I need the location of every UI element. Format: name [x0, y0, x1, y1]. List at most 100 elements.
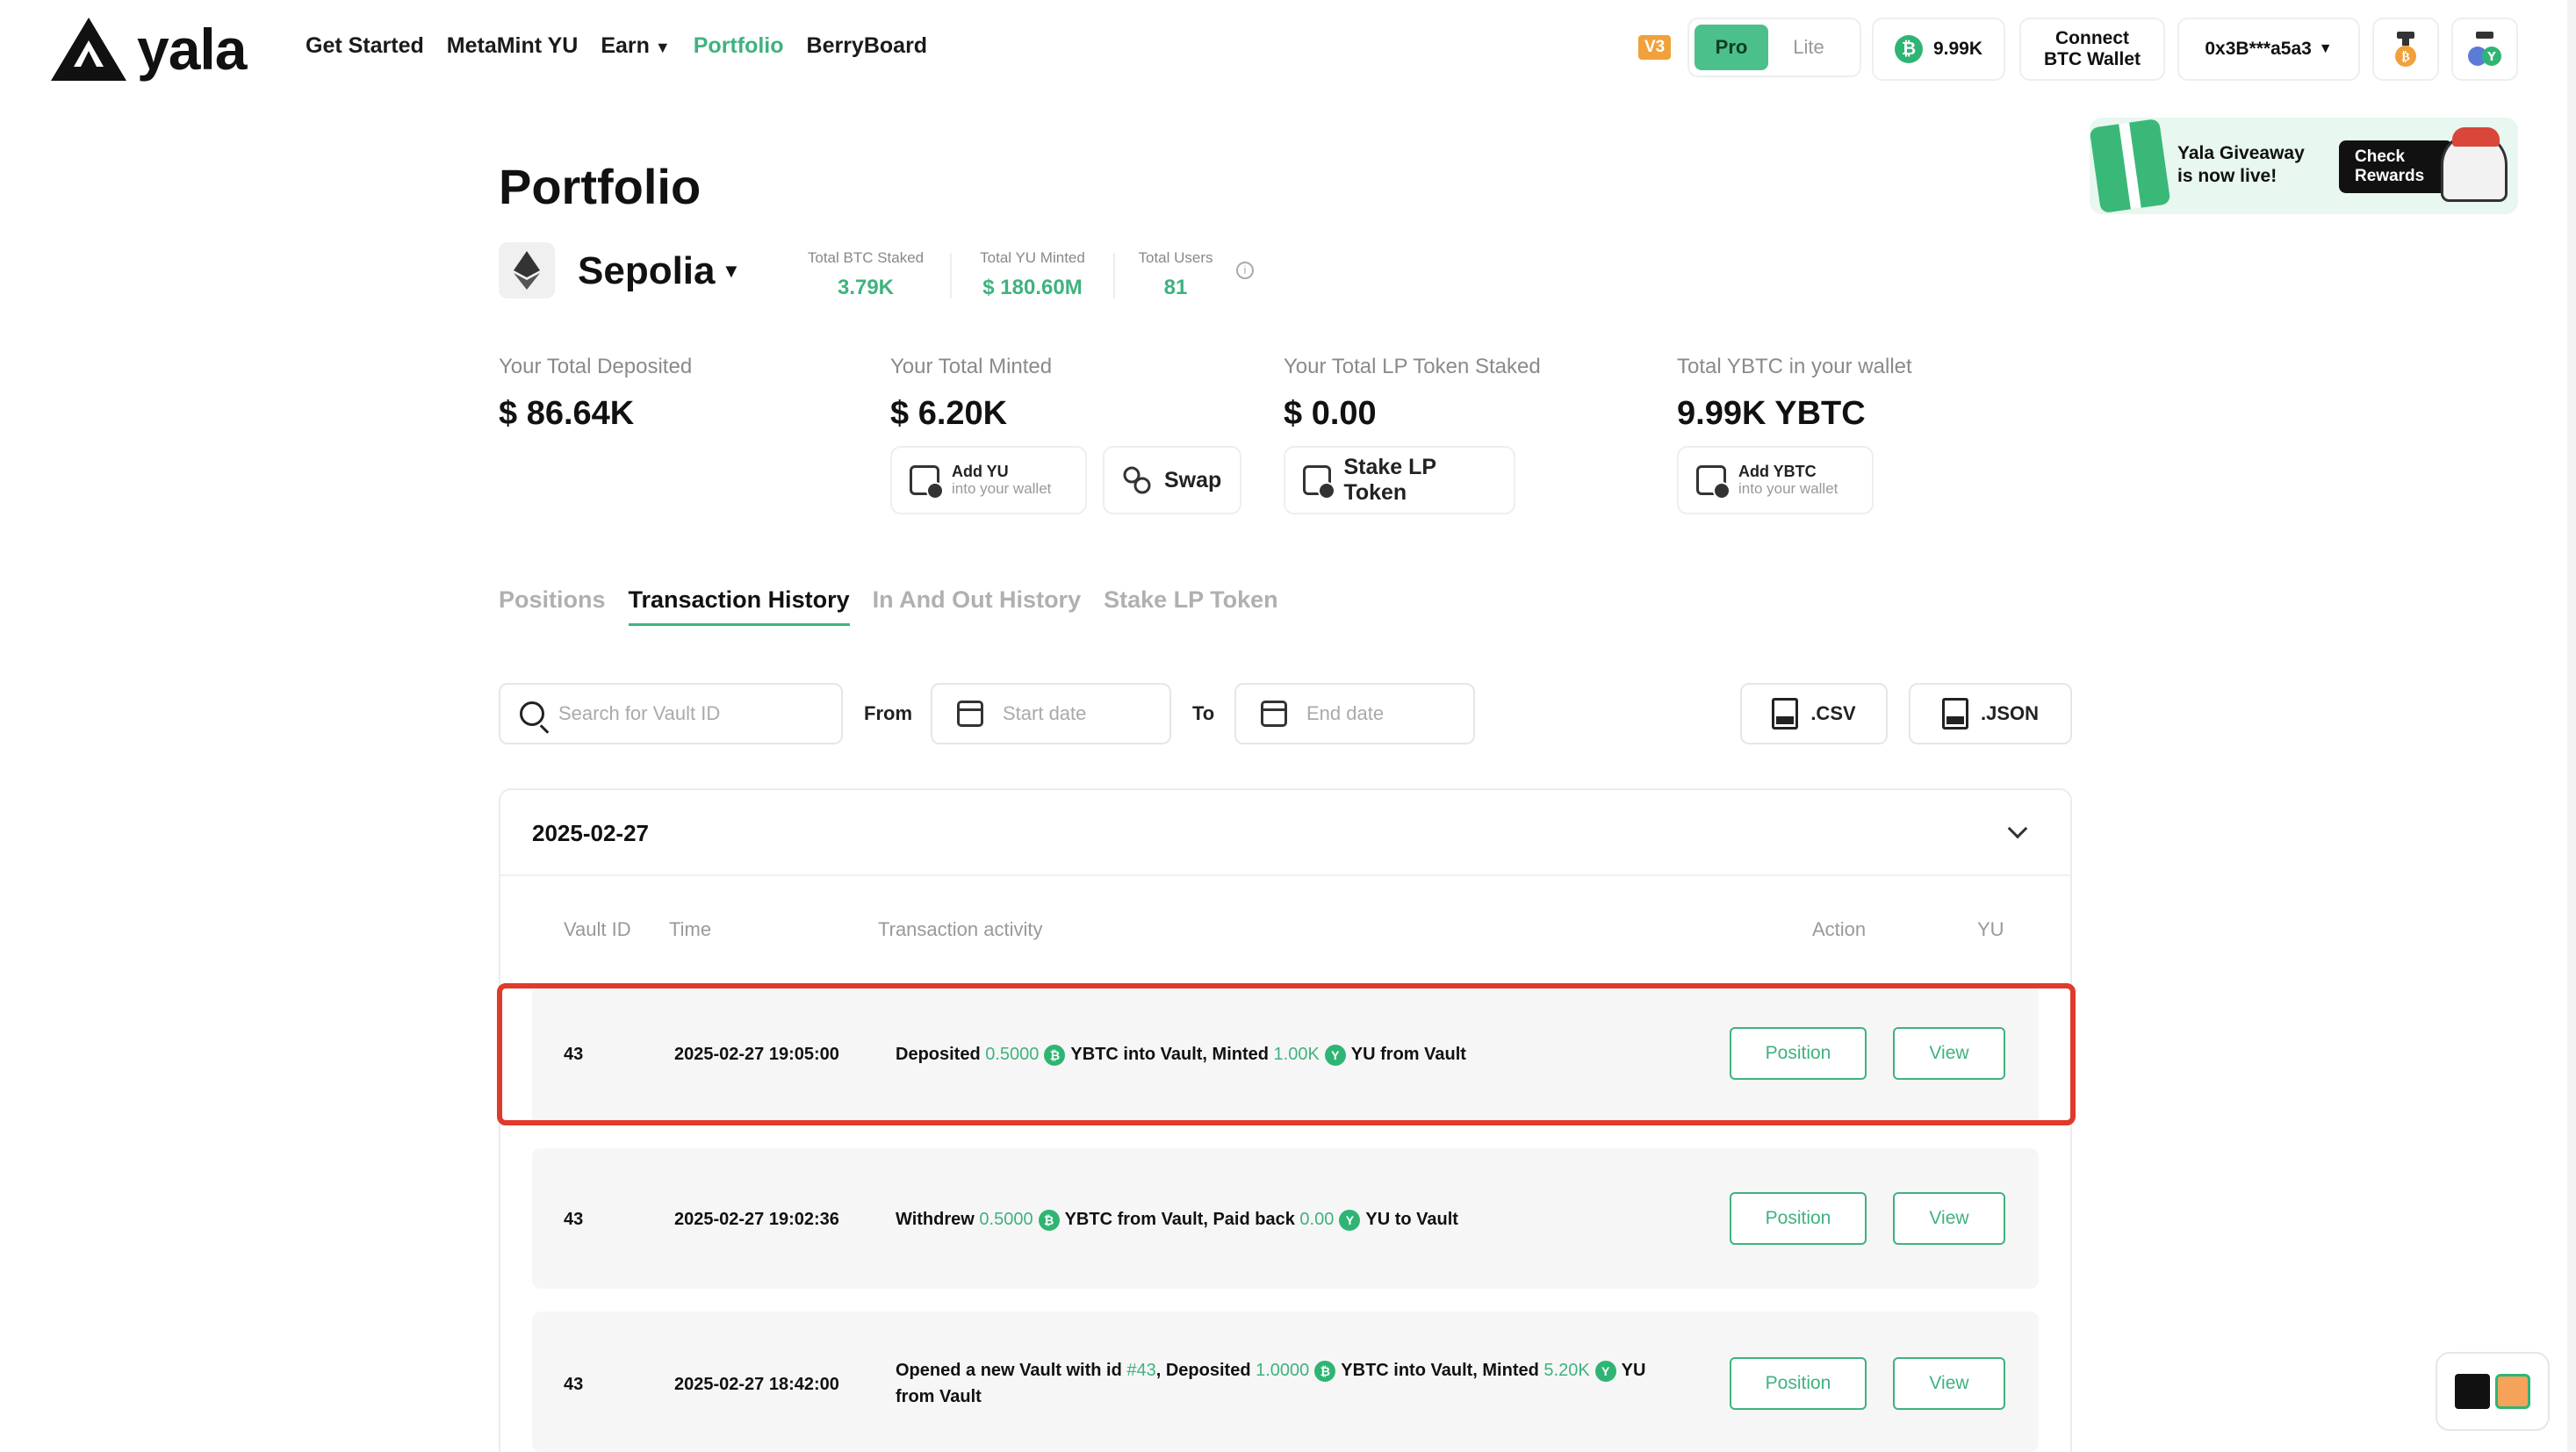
scrollbar[interactable] — [2567, 0, 2576, 1452]
summary-label: Your Total Minted — [890, 355, 1053, 378]
wallet-icon — [1696, 465, 1731, 500]
add-ybtc-title: Add YBTC — [1738, 463, 1817, 480]
tab-positions[interactable]: Positions — [499, 586, 606, 614]
nav-metamint-yu[interactable]: MetaMint YU — [447, 33, 579, 59]
start-date-input[interactable]: Start date — [931, 683, 1171, 744]
wallet-address-dropdown[interactable]: 0x3B***a5a3 ▼ — [2177, 18, 2360, 81]
giveaway-text: Yala Giveaway is now live! — [2177, 142, 2305, 188]
btc-balance[interactable]: ₿ 9.99K — [1872, 18, 2005, 81]
tx-activity: Withdrew 0.5000 ₿ YBTC from Vault, Paid ba… — [896, 1206, 1458, 1233]
tab-stake-lp-token[interactable]: Stake LP Token — [1104, 586, 1278, 614]
view-button[interactable]: View — [1893, 1357, 2005, 1410]
export-csv-button[interactable]: .CSV — [1740, 683, 1888, 744]
nav-get-started[interactable]: Get Started — [306, 33, 424, 59]
bitcoin-icon: ₿ — [1314, 1360, 1336, 1382]
page-title: Portfolio — [499, 159, 702, 214]
stake-lp-label: Stake LP Token — [1343, 455, 1436, 505]
giveaway-banner[interactable]: Yala Giveaway is now live! Check Rewards — [2090, 118, 2518, 214]
pro-mode-button[interactable]: Pro — [1695, 25, 1768, 70]
vault-search-input[interactable]: Search for Vault ID — [499, 683, 843, 744]
column-time: Time — [669, 918, 712, 940]
yu-faucet-icon: Y — [2468, 32, 2501, 66]
giveaway-line2: is now live! — [2177, 166, 2277, 186]
gift-box-icon — [2090, 118, 2171, 214]
position-button[interactable]: Position — [1730, 1357, 1867, 1410]
divider — [500, 874, 2070, 876]
mode-toggle: Pro Lite — [1687, 18, 1861, 77]
search-icon — [520, 701, 544, 726]
connect-line1: Connect — [2055, 28, 2129, 48]
balance-value: 9.99K — [1932, 39, 1983, 59]
tx-activity: Opened a new Vault with id #43, Deposite… — [896, 1357, 1651, 1410]
add-yu-title: Add YU — [952, 463, 1009, 480]
vault-id: 43 — [564, 1375, 584, 1394]
column-transaction-activity: Transaction activity — [878, 918, 1043, 940]
metamask-fox-icon — [2495, 1374, 2530, 1409]
connect-line2: BTC Wallet — [2043, 49, 2141, 69]
view-button[interactable]: View — [1893, 1192, 2005, 1245]
yu-faucet-button[interactable]: Y — [2451, 18, 2518, 81]
json-file-icon — [1941, 698, 1968, 730]
check-rewards-line1: Check — [2355, 147, 2406, 166]
add-yu-button[interactable]: Add YU into your wallet — [890, 446, 1087, 514]
nav-portfolio[interactable]: Portfolio — [694, 33, 784, 59]
info-icon[interactable]: i — [1236, 262, 1254, 279]
column-action: Action — [1812, 918, 1867, 940]
summary-label: Total YBTC in your wallet — [1677, 355, 1912, 378]
yala-logo-icon — [2455, 1374, 2490, 1409]
faucet-icon: ₿ — [2395, 32, 2416, 67]
summary-label: Your Total LP Token Staked — [1284, 355, 1541, 378]
vault-link[interactable]: #43 — [1126, 1361, 1155, 1380]
column-vault-id: Vault ID — [564, 918, 631, 940]
check-rewards-button[interactable]: Check Rewards — [2339, 140, 2453, 193]
wallet-extension-button[interactable] — [2436, 1352, 2550, 1431]
activity-amount: 1.0000 — [1256, 1361, 1310, 1380]
tab-in-and-out-history[interactable]: In And Out History — [873, 586, 1082, 614]
summary-total-minted: Your Total Minted $ 6.20K — [890, 355, 1052, 433]
chevron-down-icon[interactable]: ▼ — [722, 260, 741, 283]
connect-btc-wallet-button[interactable]: Connect BTC Wallet — [2019, 18, 2165, 81]
yu-coin-icon: Y — [1339, 1209, 1361, 1231]
stake-icon — [1303, 465, 1336, 500]
stat-total-yu-minted: Total YU Minted $ 180.60M — [968, 249, 1097, 300]
logo-text: yala — [137, 17, 247, 82]
column-yu: YU — [1977, 918, 2004, 940]
stat-value: $ 180.60M — [982, 276, 1083, 299]
stat-total-users: Total Users 81 — [1127, 249, 1224, 300]
vault-id: 43 — [564, 1210, 584, 1229]
network-selector[interactable]: Sepolia — [578, 249, 716, 293]
tab-transaction-history[interactable]: Transaction History — [628, 586, 850, 626]
chevron-down-icon: ▼ — [654, 39, 671, 56]
summary-total-deposited: Your Total Deposited $ 86.64K — [499, 355, 692, 433]
position-button[interactable]: Position — [1730, 1192, 1867, 1245]
nav-berryboard[interactable]: BerryBoard — [807, 33, 928, 59]
csv-file-icon — [1772, 698, 1799, 730]
add-ybtc-button[interactable]: Add YBTC into your wallet — [1677, 446, 1874, 514]
divider — [950, 253, 952, 298]
yala-logo[interactable]: yala — [49, 16, 247, 83]
add-ybtc-sub: into your wallet — [1738, 480, 1838, 497]
end-date-placeholder: End date — [1306, 702, 1385, 724]
lite-mode-button[interactable]: Lite — [1772, 25, 1846, 70]
search-placeholder: Search for Vault ID — [558, 702, 721, 724]
highlight-box — [497, 983, 2076, 1125]
end-date-input[interactable]: End date — [1234, 683, 1475, 744]
stat-label: Total Users — [1138, 249, 1213, 266]
nav-earn-label: Earn — [601, 33, 650, 58]
divider — [1113, 253, 1115, 298]
summary-total-lp-staked: Your Total LP Token Staked $ 0.00 — [1284, 355, 1541, 433]
tx-time: 2025-02-27 18:42:00 — [674, 1375, 839, 1394]
giveaway-line1: Yala Giveaway — [2177, 143, 2305, 163]
export-json-button[interactable]: .JSON — [1909, 683, 2072, 744]
activity-amount: 0.5000 — [979, 1210, 1033, 1229]
chevron-down-icon: ▼ — [2318, 41, 2333, 56]
summary-value: $ 86.64K — [499, 395, 635, 432]
faucet-button[interactable]: ₿ — [2372, 18, 2439, 81]
svg-text:Y: Y — [2486, 51, 2496, 64]
stake-lp-token-button[interactable]: Stake LP Token — [1284, 446, 1515, 514]
nav-earn[interactable]: Earn ▼ — [601, 33, 670, 59]
calendar-icon — [1261, 701, 1287, 727]
add-yu-sub: into your wallet — [952, 480, 1052, 497]
swap-button[interactable]: Swap — [1103, 446, 1241, 514]
svg-text:₿: ₿ — [2401, 50, 2409, 64]
